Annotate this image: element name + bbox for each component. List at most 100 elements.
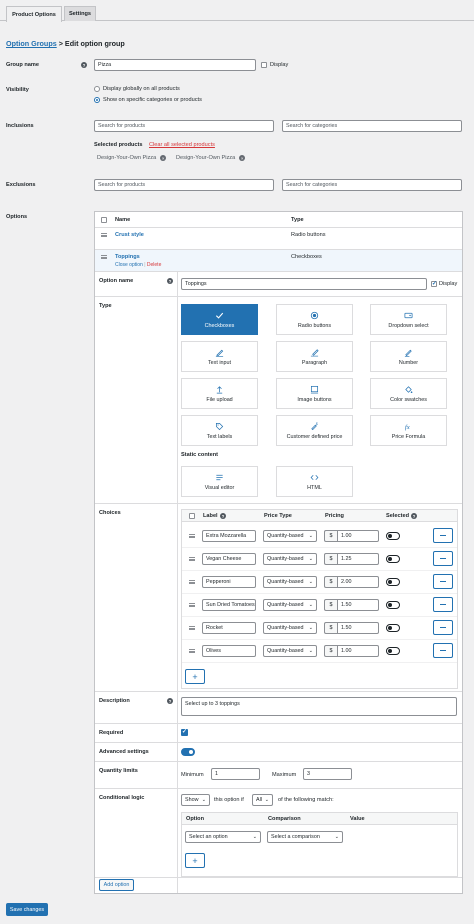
remove-choice-button[interactable]: [433, 574, 453, 589]
choice-price-input[interactable]: 1.00: [337, 530, 379, 542]
choice-selected-toggle[interactable]: [386, 647, 400, 655]
drag-handle-icon[interactable]: [189, 649, 195, 653]
type-number[interactable]: Number: [370, 341, 447, 372]
choice-selected-toggle[interactable]: [386, 624, 400, 632]
help-icon[interactable]: ?: [81, 62, 87, 68]
choice-price-input[interactable]: 1.50: [337, 622, 379, 634]
option-row-toppings[interactable]: Toppings Close option | Delete Checkboxe…: [95, 250, 462, 271]
save-changes-button[interactable]: Save changes: [6, 903, 48, 916]
choice-selected-toggle[interactable]: [386, 601, 400, 609]
choice-price-input[interactable]: 2.00: [337, 576, 379, 588]
cond-show-select[interactable]: Show ⌄: [181, 794, 210, 806]
type-card-label: Color swatches: [390, 397, 427, 403]
tab-label: Settings: [68, 11, 92, 17]
inclusions-categories-search[interactable]: Search for categories: [282, 120, 462, 132]
select-all-choices-checkbox[interactable]: [189, 513, 195, 519]
drag-handle-icon[interactable]: [189, 557, 195, 561]
cond-option-select[interactable]: Select an option ⌄: [185, 831, 261, 843]
type-checkboxes[interactable]: Checkboxes: [181, 304, 258, 335]
type-text-input[interactable]: Text input: [181, 341, 258, 372]
group-name-input[interactable]: Pizza: [94, 59, 256, 71]
add-rule-button[interactable]: +: [185, 853, 205, 868]
help-icon[interactable]: ?: [411, 513, 417, 519]
type-paragraph[interactable]: Paragraph: [276, 341, 353, 372]
drag-handle-icon[interactable]: [189, 603, 195, 607]
breadcrumb-link-option-groups[interactable]: Option Groups: [6, 39, 57, 48]
choice-price-type-select[interactable]: Quantity-based ⌄: [263, 576, 317, 588]
remove-choice-button[interactable]: [433, 551, 453, 566]
choice-price-input[interactable]: 1.25: [337, 553, 379, 565]
drag-handle-icon[interactable]: [101, 233, 107, 237]
choice-price-input[interactable]: 1.00: [337, 645, 379, 657]
choice-price-input[interactable]: 1.50: [337, 599, 379, 611]
remove-choice-button[interactable]: [433, 597, 453, 612]
svg-text:$: $: [316, 422, 318, 426]
remove-choice-button[interactable]: [433, 620, 453, 635]
group-display-checkbox[interactable]: [261, 62, 267, 68]
cond-all-select[interactable]: All ⌄: [252, 794, 273, 806]
cond-comparison-select[interactable]: Select a comparison ⌄: [267, 831, 343, 843]
choice-label-input[interactable]: Vegan Cheese: [202, 553, 256, 565]
help-icon[interactable]: ?: [167, 278, 173, 284]
max-input[interactable]: 3: [303, 768, 352, 780]
type-customer-defined-price[interactable]: $ Customer defined price: [276, 415, 353, 446]
drag-handle-icon[interactable]: [189, 626, 195, 630]
choice-label-input[interactable]: Rocket: [202, 622, 256, 634]
type-color-swatches[interactable]: Color swatches: [370, 378, 447, 409]
type-radio-buttons[interactable]: Radio buttons: [276, 304, 353, 335]
currency-symbol: $: [324, 576, 337, 588]
remove-choice-button[interactable]: [433, 643, 453, 658]
add-option-button[interactable]: Add option: [99, 879, 134, 891]
choice-label-input[interactable]: Olives: [202, 645, 256, 657]
type-price-formula[interactable]: fx Price Formula: [370, 415, 447, 446]
choice-selected-toggle[interactable]: [386, 555, 400, 563]
choice-selected-toggle[interactable]: [386, 532, 400, 540]
inclusions-products-search[interactable]: Search for products: [94, 120, 274, 132]
description-textarea[interactable]: Select up to 3 toppings: [181, 697, 457, 716]
type-file-upload[interactable]: File upload: [181, 378, 258, 409]
option-row-crust-style[interactable]: Crust style: [115, 232, 144, 238]
drag-handle-icon[interactable]: [101, 255, 107, 259]
visibility-specific-radio[interactable]: [94, 97, 100, 103]
remove-choice-button[interactable]: [433, 528, 453, 543]
option-row-toppings-name[interactable]: Toppings: [115, 254, 140, 260]
close-option-link[interactable]: Close option: [115, 262, 143, 268]
tab-product-options[interactable]: Product Options: [6, 6, 62, 22]
type-dropdown-select[interactable]: Dropdown select: [370, 304, 447, 335]
select-all-options-checkbox[interactable]: [101, 217, 107, 223]
choice-label-input[interactable]: Extra Mozzarella: [202, 530, 256, 542]
type-visual-editor[interactable]: Visual editor: [181, 466, 258, 497]
drag-handle-icon[interactable]: [189, 534, 195, 538]
type-text-labels[interactable]: Text labels: [181, 415, 258, 446]
color-swatch-icon: [404, 384, 413, 395]
required-checkbox[interactable]: [181, 728, 188, 736]
option-name-input[interactable]: Toppings: [181, 278, 427, 290]
advanced-settings-toggle[interactable]: [181, 748, 195, 756]
type-html[interactable]: HTML: [276, 466, 353, 497]
help-icon[interactable]: ?: [167, 698, 173, 704]
choice-price-type-select[interactable]: Quantity-based ⌄: [263, 530, 317, 542]
type-image-buttons[interactable]: Image buttons: [276, 378, 353, 409]
add-choice-button[interactable]: +: [185, 669, 205, 684]
choice-label-input[interactable]: Sun Dried Tomatoes: [202, 599, 256, 611]
min-input[interactable]: 1: [211, 768, 260, 780]
code-icon: [310, 472, 319, 483]
choice-price-type-select[interactable]: Quantity-based ⌄: [263, 645, 317, 657]
tab-settings[interactable]: Settings: [64, 6, 96, 21]
visibility-global-radio[interactable]: [94, 86, 100, 92]
help-icon[interactable]: ?: [220, 513, 226, 519]
choice-price-type-select[interactable]: Quantity-based ⌄: [263, 553, 317, 565]
choice-price-type-select[interactable]: Quantity-based ⌄: [263, 622, 317, 634]
remove-chip-icon[interactable]: ×: [239, 155, 246, 161]
choice-price-type-select[interactable]: Quantity-based ⌄: [263, 599, 317, 611]
drag-handle-icon[interactable]: [189, 580, 195, 584]
selected-product-chip: Design-Your-Own Pizza ×: [176, 155, 246, 161]
choice-label-input[interactable]: Pepperoni: [202, 576, 256, 588]
exclusions-categories-search[interactable]: Search for categories: [282, 179, 462, 191]
delete-option-link[interactable]: Delete: [147, 262, 161, 268]
option-display-checkbox[interactable]: [431, 280, 437, 287]
clear-selected-link[interactable]: Clear all selected products: [149, 142, 215, 148]
remove-chip-icon[interactable]: ×: [160, 155, 167, 161]
exclusions-products-search[interactable]: Search for products: [94, 179, 274, 191]
choice-selected-toggle[interactable]: [386, 578, 400, 586]
